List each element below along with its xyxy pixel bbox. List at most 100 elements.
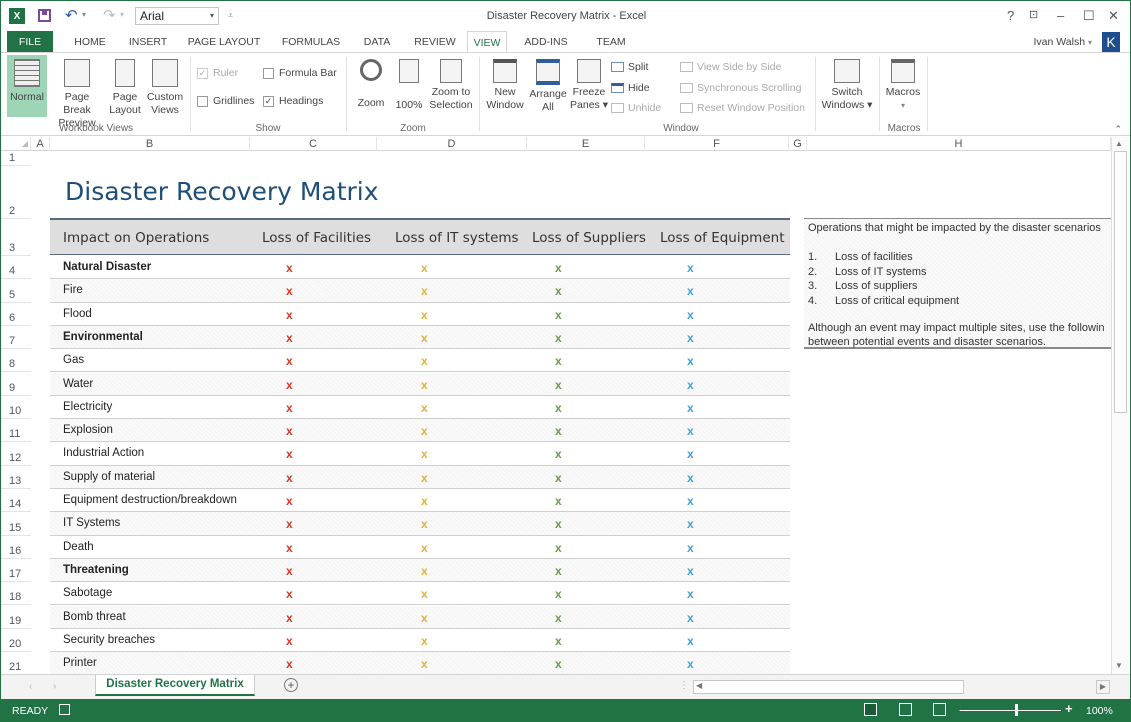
scroll-up-icon[interactable]: ▲ bbox=[1115, 139, 1123, 148]
worksheet-grid[interactable]: Disaster Recovery Matrix Impact on Opera… bbox=[31, 152, 1111, 674]
macros-dropdown-icon[interactable]: ▾ bbox=[901, 101, 905, 110]
horizontal-scrollbar[interactable]: ◀ bbox=[693, 680, 964, 694]
column-header-a[interactable]: A bbox=[31, 137, 50, 151]
row-header[interactable]: 17 bbox=[1, 559, 31, 583]
table-row[interactable]: Natural Disaster x x x x bbox=[50, 256, 790, 280]
vertical-scroll-thumb[interactable] bbox=[1114, 151, 1127, 413]
table-row[interactable]: Gas x x x x bbox=[50, 349, 790, 373]
table-row[interactable]: Environmental x x x x bbox=[50, 325, 790, 350]
row-header[interactable]: 4 bbox=[1, 256, 31, 280]
close-icon[interactable]: ✕ bbox=[1108, 8, 1119, 24]
split-button[interactable]: Split bbox=[611, 61, 648, 73]
custom-views-button[interactable]: Custom Views bbox=[145, 55, 185, 117]
row-header[interactable]: 9 bbox=[1, 373, 31, 396]
tab-page-layout[interactable]: PAGE LAYOUT bbox=[185, 31, 263, 53]
table-row[interactable]: Electricity x x x x bbox=[50, 395, 790, 420]
minimize-icon[interactable]: – bbox=[1057, 8, 1064, 23]
macro-recording-icon[interactable] bbox=[59, 704, 70, 715]
page-layout-status-icon[interactable] bbox=[899, 703, 912, 716]
row-header[interactable]: 3 bbox=[1, 219, 31, 256]
row-header[interactable]: 7 bbox=[1, 326, 31, 350]
select-all-corner[interactable]: ◢ bbox=[1, 137, 31, 151]
tab-team[interactable]: TEAM bbox=[589, 31, 633, 53]
zoom-button[interactable]: Zoom bbox=[353, 55, 389, 110]
user-name[interactable]: Ivan Walsh ▾ bbox=[1034, 36, 1092, 48]
avatar[interactable]: K bbox=[1102, 32, 1120, 52]
page-break-preview-button[interactable]: Page Break Preview bbox=[50, 55, 104, 130]
hide-button[interactable]: Hide bbox=[611, 82, 650, 94]
zoom-slider[interactable] bbox=[963, 710, 1061, 711]
unhide-button[interactable]: Unhide bbox=[611, 102, 661, 114]
scroll-down-icon[interactable]: ▼ bbox=[1115, 661, 1123, 670]
synchronous-scrolling-button[interactable]: Synchronous Scrolling bbox=[680, 82, 801, 94]
zoom-slider-thumb[interactable] bbox=[1015, 704, 1018, 716]
new-window-button[interactable]: New Window bbox=[483, 55, 527, 112]
tab-review[interactable]: REVIEW bbox=[411, 31, 459, 53]
scroll-right-icon[interactable]: ▶ bbox=[1096, 680, 1110, 694]
sheet-tab-disaster-recovery-matrix[interactable]: Disaster Recovery Matrix bbox=[95, 675, 255, 696]
row-header[interactable]: 16 bbox=[1, 536, 31, 559]
table-row[interactable]: Security breaches x x x x bbox=[50, 628, 790, 653]
zoom-100-button[interactable]: 100% bbox=[393, 55, 425, 112]
row-header[interactable]: 13 bbox=[1, 466, 31, 489]
scroll-left-icon[interactable]: ◀ bbox=[696, 681, 702, 690]
row-header[interactable]: 10 bbox=[1, 396, 31, 420]
help-icon[interactable]: ? bbox=[1007, 8, 1014, 23]
table-row[interactable]: Flood x x x x bbox=[50, 302, 790, 326]
formula-bar-checkbox[interactable]: Formula Bar bbox=[263, 67, 337, 79]
page-layout-button[interactable]: Page Layout bbox=[107, 55, 143, 117]
table-row[interactable]: Printer x x x x bbox=[50, 652, 790, 674]
zoom-in-button[interactable]: + bbox=[1065, 701, 1073, 716]
column-header-d[interactable]: D bbox=[377, 137, 527, 151]
reset-window-position-button[interactable]: Reset Window Position bbox=[680, 102, 805, 114]
freeze-panes-button[interactable]: Freeze Panes ▾ bbox=[569, 55, 609, 112]
headings-checkbox[interactable]: ✓ Headings bbox=[263, 95, 323, 107]
table-row[interactable]: Supply of material x x x x bbox=[50, 465, 790, 489]
next-sheet-icon[interactable]: › bbox=[53, 681, 56, 692]
page-break-status-icon[interactable] bbox=[933, 703, 946, 716]
add-sheet-button[interactable]: + bbox=[284, 678, 298, 692]
table-row[interactable]: Threatening x x x x bbox=[50, 558, 790, 583]
gridlines-checkbox[interactable]: Gridlines bbox=[197, 95, 254, 107]
table-row[interactable]: Fire x x x x bbox=[50, 279, 790, 303]
collapse-ribbon-icon[interactable]: ⌃ bbox=[1114, 124, 1122, 135]
column-header-e[interactable]: E bbox=[527, 137, 645, 151]
zoom-to-selection-button[interactable]: Zoom to Selection bbox=[427, 55, 475, 112]
row-header[interactable]: 5 bbox=[1, 279, 31, 303]
table-row[interactable]: Industrial Action x x x x bbox=[50, 442, 790, 466]
table-row[interactable]: IT Systems x x x x bbox=[50, 512, 790, 536]
arrange-all-button[interactable]: Arrange All bbox=[527, 55, 569, 114]
table-row[interactable]: Death x x x x bbox=[50, 535, 790, 559]
row-header[interactable]: 20 bbox=[1, 629, 31, 653]
row-header[interactable]: 1 bbox=[1, 152, 31, 166]
ruler-checkbox[interactable]: ✓ Ruler bbox=[197, 67, 238, 79]
row-header[interactable]: 6 bbox=[1, 303, 31, 326]
tab-add-ins[interactable]: ADD-INS bbox=[521, 31, 571, 53]
tab-data[interactable]: DATA bbox=[357, 31, 397, 53]
column-header-g[interactable]: G bbox=[789, 137, 807, 151]
tab-split-handle[interactable]: ⋮ bbox=[679, 680, 689, 691]
column-header-c[interactable]: C bbox=[250, 137, 377, 151]
normal-view-button[interactable]: Normal bbox=[7, 55, 47, 117]
row-header[interactable]: 11 bbox=[1, 419, 31, 443]
column-header-f[interactable]: F bbox=[645, 137, 789, 151]
tab-insert[interactable]: INSERT bbox=[125, 31, 171, 53]
macros-button[interactable]: Macros ▾ bbox=[883, 55, 923, 112]
view-side-by-side-button[interactable]: View Side by Side bbox=[680, 61, 781, 73]
switch-windows-button[interactable]: Switch Windows ▾ bbox=[819, 55, 875, 112]
user-dropdown-icon[interactable]: ▾ bbox=[1088, 38, 1092, 47]
maximize-icon[interactable]: ☐ bbox=[1083, 8, 1095, 24]
row-header[interactable]: 19 bbox=[1, 606, 31, 629]
tab-view[interactable]: VIEW bbox=[467, 31, 507, 53]
row-header[interactable]: 2 bbox=[1, 166, 31, 219]
row-header[interactable]: 21 bbox=[1, 652, 31, 676]
row-header[interactable]: 12 bbox=[1, 442, 31, 466]
row-header[interactable]: 18 bbox=[1, 582, 31, 606]
tab-formulas[interactable]: FORMULAS bbox=[279, 31, 343, 53]
table-row[interactable]: Equipment destruction/breakdown x x x x bbox=[50, 489, 790, 513]
zoom-percentage[interactable]: 100% bbox=[1086, 705, 1113, 717]
vertical-scrollbar[interactable]: ▲ ▼ bbox=[1111, 137, 1129, 674]
row-header[interactable]: 8 bbox=[1, 349, 31, 373]
table-row[interactable]: Water x x x x bbox=[50, 372, 790, 396]
normal-view-status-icon[interactable] bbox=[864, 703, 877, 716]
